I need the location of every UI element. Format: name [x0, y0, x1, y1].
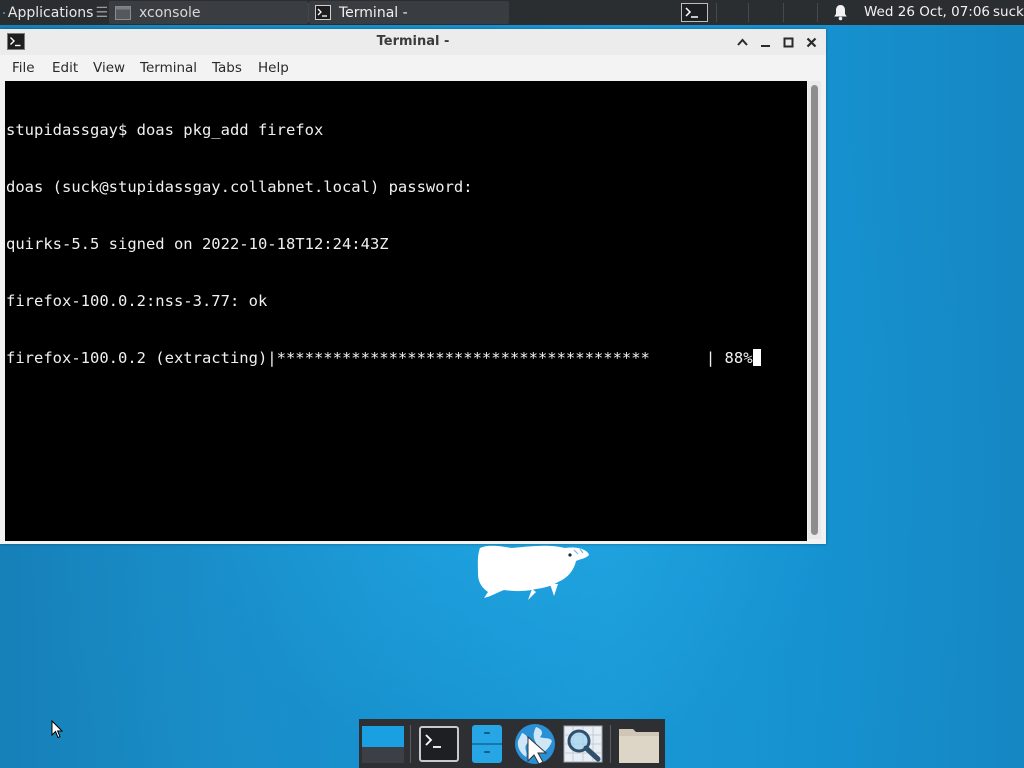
app-finder-launcher[interactable] [561, 722, 605, 766]
terminal-line: quirks-5.5 signed on 2022-10-18T12:24:43… [6, 235, 389, 253]
terminal-icon [315, 5, 331, 20]
maximize-icon [783, 37, 793, 47]
menu-help[interactable]: Help [258, 60, 289, 76]
file-cabinet-icon [472, 725, 502, 763]
terminal-line: firefox-100.0.2:nss-3.77: ok [6, 292, 268, 310]
xfce-logo-icon [3, 11, 5, 14]
folder-icon [619, 729, 659, 763]
minimize-icon [760, 44, 770, 47]
applications-menu[interactable]: Applications ☰ [0, 0, 108, 25]
applications-label: Applications [7, 4, 94, 21]
scrollbar[interactable] [808, 81, 821, 539]
menu-tabs[interactable]: Tabs [212, 60, 242, 76]
task-label: Terminal - [339, 4, 408, 21]
shade-button[interactable] [734, 34, 750, 50]
top-panel: Applications ☰ xconsole Terminal - Wed 2… [0, 0, 1024, 25]
terminal-output[interactable]: stupidassgay$ doas pkg_add firefox doas … [5, 81, 807, 541]
show-desktop-button[interactable] [361, 722, 405, 766]
panel-separator [783, 3, 784, 22]
magnifier-icon [563, 725, 603, 763]
xconsole-window-icon [115, 5, 131, 20]
terminal-launcher[interactable] [417, 722, 461, 766]
terminal-window: Terminal - File Edit View Terminal Tabs … [0, 29, 826, 544]
xfce-mouse-mascot-icon [477, 545, 589, 600]
user-menu[interactable]: suck [993, 4, 1024, 20]
panel-separator [817, 3, 818, 22]
menu-view[interactable]: View [93, 60, 125, 76]
clock[interactable]: Wed 26 Oct, 07:06 [864, 4, 990, 20]
web-browser-launcher[interactable] [513, 722, 557, 766]
dock [359, 719, 665, 768]
dock-separator [410, 725, 411, 763]
globe-icon [515, 724, 555, 765]
menu-file[interactable]: File [12, 60, 35, 76]
panel-separator [748, 3, 749, 22]
scrollbar-thumb[interactable] [811, 85, 818, 535]
window-title: Terminal - [376, 34, 450, 49]
terminal-line: stupidassgay$ doas pkg_add firefox [6, 121, 324, 139]
task-button-xconsole[interactable]: xconsole [109, 1, 308, 24]
terminal-progress-line: firefox-100.0.2 (extracting)|***********… [5, 349, 807, 368]
terminal-line: doas (suck@stupidassgay.collabnet.local)… [6, 178, 473, 196]
terminal-icon [681, 2, 708, 22]
panel-separator [716, 3, 717, 22]
task-label: xconsole [139, 4, 201, 21]
menu-terminal[interactable]: Terminal [140, 60, 197, 76]
minimize-button[interactable] [757, 34, 773, 50]
progress-text: firefox-100.0.2 (extracting)|***********… [6, 349, 753, 367]
terminal-icon [419, 726, 459, 762]
window-titlebar[interactable]: Terminal - [0, 29, 826, 55]
menu-edit[interactable]: Edit [52, 60, 78, 76]
chevron-up-icon [736, 38, 748, 46]
bell-icon[interactable] [833, 4, 848, 21]
terminal-cursor [752, 349, 761, 366]
applications-overflow-icon: ☰ [95, 4, 108, 21]
menu-bar: File Edit View Terminal Tabs Help [0, 55, 826, 80]
task-button-terminal[interactable]: Terminal - [309, 1, 509, 24]
home-folder-launcher[interactable] [617, 722, 661, 766]
workspace-switcher[interactable] [680, 1, 709, 23]
close-button[interactable] [803, 34, 819, 50]
close-icon [806, 37, 816, 47]
dock-separator [610, 725, 611, 763]
show-desktop-icon [362, 726, 404, 763]
mouse-pointer-icon [51, 720, 63, 739]
file-manager-launcher[interactable] [465, 722, 509, 766]
maximize-button[interactable] [780, 34, 796, 50]
